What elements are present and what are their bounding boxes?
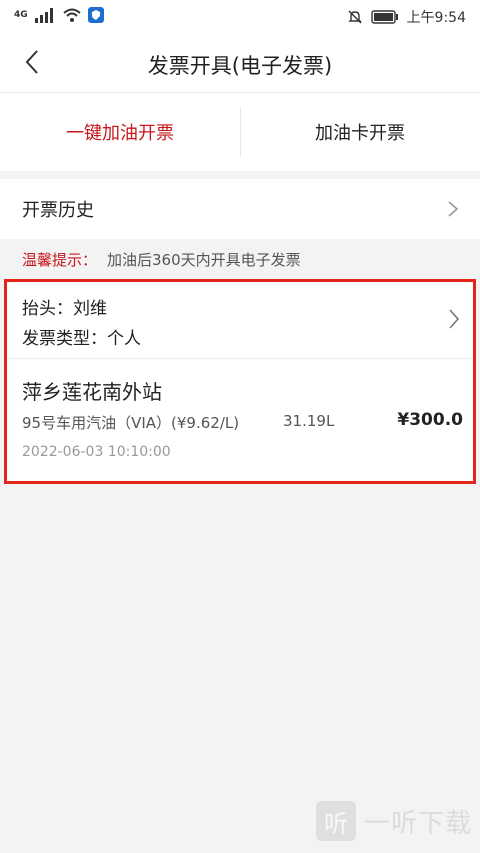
tip-label: 温馨提示： bbox=[22, 251, 98, 269]
status-left: 4G bbox=[14, 7, 104, 23]
status-right: 上午9:54 bbox=[347, 7, 466, 27]
fuel-detail: 95号车用汽油（VIA）(¥9.62/L) bbox=[22, 414, 240, 432]
invoice-type-line: 发票类型：个人 bbox=[22, 329, 141, 349]
tab-fuel-card-invoice[interactable]: 加油卡开票 bbox=[240, 93, 480, 171]
invoice-tabs: 一键加油开票 加油卡开票 bbox=[0, 93, 480, 171]
watermark-text: 一听下载 bbox=[363, 808, 472, 839]
battery-icon bbox=[370, 10, 398, 24]
tip-text: 加油后360天内开具电子发票 bbox=[107, 251, 301, 269]
bell-muted-icon bbox=[347, 10, 362, 24]
app-shield-icon bbox=[87, 7, 104, 23]
signal-icon bbox=[34, 8, 53, 23]
order-amount: ¥300.0 bbox=[397, 410, 463, 430]
chevron-right-icon bbox=[448, 201, 459, 217]
network-type: 4G bbox=[14, 10, 28, 20]
wifi-icon bbox=[62, 8, 81, 22]
invoice-history-row[interactable]: 开票历史 bbox=[0, 179, 480, 239]
invoice-title-line: 抬头：刘维 bbox=[22, 299, 107, 319]
watermark-logo-icon: 听 bbox=[315, 801, 356, 841]
page-title: 发票开具(电子发票) bbox=[147, 54, 333, 78]
status-time: 上午9:54 bbox=[406, 10, 466, 26]
notice-tip: 温馨提示： 加油后360天内开具电子发票 bbox=[22, 249, 301, 270]
invoice-history-label: 开票历史 bbox=[22, 200, 94, 221]
tab-divider bbox=[240, 108, 241, 156]
station-name: 萍乡莲花南外站 bbox=[22, 380, 162, 404]
invoice-title-row[interactable]: 抬头：刘维 发票类型：个人 bbox=[7, 282, 473, 359]
fuel-volume: 31.19L bbox=[283, 412, 335, 430]
invoice-order-card[interactable]: 抬头：刘维 发票类型：个人 萍乡莲花南外站 95号车用汽油（VIA）(¥9.62… bbox=[4, 279, 476, 484]
site-watermark: 听 一听下载 bbox=[315, 801, 472, 841]
tab-quick-refuel-invoice[interactable]: 一键加油开票 bbox=[0, 93, 240, 171]
status-bar: 4G 上午9:54 bbox=[0, 0, 480, 34]
nav-bar: 发票开具(电子发票) bbox=[0, 34, 480, 93]
order-datetime: 2022-06-03 10:10:00 bbox=[22, 444, 171, 460]
chevron-right-icon bbox=[449, 309, 460, 329]
